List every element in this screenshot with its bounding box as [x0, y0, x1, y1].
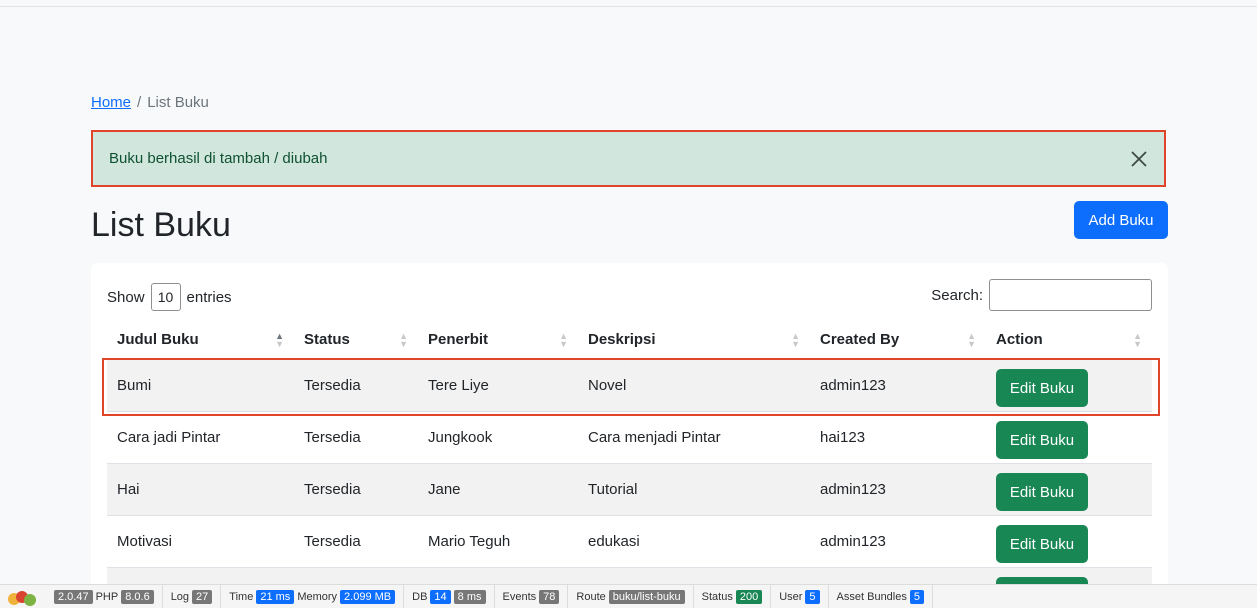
close-icon[interactable]	[1128, 148, 1150, 170]
cell-status: Tersedia	[294, 359, 418, 412]
cell-action: Edit Buku	[986, 411, 1152, 464]
debug-route[interactable]: Route buku/list-buku	[568, 585, 694, 608]
column-header-status[interactable]: Status ▲ ▼	[294, 321, 418, 360]
cell-judul: Motivasi	[107, 515, 294, 568]
cell-action: Edit Buku	[986, 463, 1152, 516]
debug-asset-bundles[interactable]: Asset Bundles 5	[829, 585, 933, 608]
debug-user[interactable]: User 5	[771, 585, 829, 608]
cell-status: Tersedia	[294, 411, 418, 464]
cell-deskripsi: edukasi	[578, 515, 810, 568]
add-buku-button[interactable]: Add Buku	[1074, 201, 1168, 239]
cell-penerbit: Mario Teguh	[418, 515, 578, 568]
debug-time-memory[interactable]: Time 21 ms Memory 2.099 MB	[221, 585, 405, 608]
breadcrumb: Home / List Buku	[91, 94, 209, 111]
cell-deskripsi: Novel	[578, 359, 810, 412]
breadcrumb-current: List Buku	[147, 94, 209, 111]
cell-judul: Hai	[107, 463, 294, 516]
debug-events[interactable]: Events 78	[495, 585, 569, 608]
debug-version[interactable]: 2.0.47 PHP 8.0.6	[46, 585, 163, 608]
cell-created-by: admin123	[810, 515, 986, 568]
cell-penerbit: Jane	[418, 463, 578, 516]
cell-judul: Bumi	[107, 359, 294, 412]
table-card: Show 10 entries Search: Judul Buku ▲ ▼ Sta…	[91, 263, 1168, 593]
table-row: Hai Tersedia Jane Tutorial admin123 Edit…	[107, 463, 1152, 516]
column-header-deskripsi[interactable]: Deskripsi ▲ ▼	[578, 321, 810, 360]
books-table: Judul Buku ▲ ▼ Status ▲ ▼ Penerbit ▲ ▼ Deskrip…	[107, 321, 1152, 593]
success-alert: Buku berhasil di tambah / diubah	[91, 130, 1166, 187]
cell-action: Edit Buku	[986, 359, 1152, 412]
debug-status[interactable]: Status 200	[694, 585, 772, 608]
debug-toolbar: 2.0.47 PHP 8.0.6 Log 27 Time 21 ms Memor…	[0, 584, 1257, 608]
show-label: Show	[107, 288, 145, 306]
column-header-judul[interactable]: Judul Buku ▲ ▼	[107, 321, 294, 360]
cell-created-by: admin123	[810, 359, 986, 412]
column-header-action[interactable]: Action ▲ ▼	[986, 321, 1152, 360]
cell-status: Tersedia	[294, 515, 418, 568]
debug-db[interactable]: DB 14 8 ms	[404, 585, 495, 608]
page-title: List Buku	[91, 206, 231, 244]
edit-buku-button[interactable]: Edit Buku	[996, 421, 1088, 459]
edit-buku-button[interactable]: Edit Buku	[996, 369, 1088, 407]
cell-created-by: admin123	[810, 463, 986, 516]
search-input[interactable]	[989, 279, 1152, 311]
yii-logo-icon[interactable]	[0, 585, 46, 608]
sort-icon: ▲ ▼	[399, 330, 408, 349]
table-header-row: Judul Buku ▲ ▼ Status ▲ ▼ Penerbit ▲ ▼ Deskrip…	[107, 321, 1152, 360]
entries-length-select[interactable]: 10	[150, 283, 181, 311]
cell-created-by: hai123	[810, 411, 986, 464]
cell-deskripsi: Tutorial	[578, 463, 810, 516]
edit-buku-button[interactable]: Edit Buku	[996, 525, 1088, 563]
cell-penerbit: Tere Liye	[418, 359, 578, 412]
entries-label: entries	[186, 288, 232, 306]
search-control: Search:	[931, 279, 1152, 311]
sort-icon: ▲ ▼	[559, 330, 568, 349]
sort-icon: ▲ ▼	[967, 330, 976, 349]
column-header-created-by[interactable]: Created By ▲ ▼	[810, 321, 986, 360]
sort-icon: ▲ ▼	[1133, 330, 1142, 349]
top-divider	[0, 6, 1257, 7]
cell-deskripsi: Cara menjadi Pintar	[578, 411, 810, 464]
sort-asc-icon: ▲ ▼	[275, 330, 284, 349]
table-row: Cara jadi Pintar Tersedia Jungkook Cara …	[107, 411, 1152, 464]
debug-log[interactable]: Log 27	[163, 585, 222, 608]
cell-status: Tersedia	[294, 463, 418, 516]
breadcrumb-separator: /	[137, 94, 142, 111]
alert-message: Buku berhasil di tambah / diubah	[109, 150, 328, 167]
cell-penerbit: Jungkook	[418, 411, 578, 464]
search-label: Search:	[931, 286, 983, 304]
entries-length-control: Show 10 entries	[107, 283, 232, 311]
breadcrumb-home-link[interactable]: Home	[91, 94, 131, 111]
cell-judul: Cara jadi Pintar	[107, 411, 294, 464]
column-header-penerbit[interactable]: Penerbit ▲ ▼	[418, 321, 578, 360]
edit-buku-button[interactable]: Edit Buku	[996, 473, 1088, 511]
cell-action: Edit Buku	[986, 515, 1152, 568]
table-row: Bumi Tersedia Tere Liye Novel admin123 E…	[107, 359, 1152, 412]
sort-icon: ▲ ▼	[791, 330, 800, 349]
table-row: Motivasi Tersedia Mario Teguh edukasi ad…	[107, 515, 1152, 568]
